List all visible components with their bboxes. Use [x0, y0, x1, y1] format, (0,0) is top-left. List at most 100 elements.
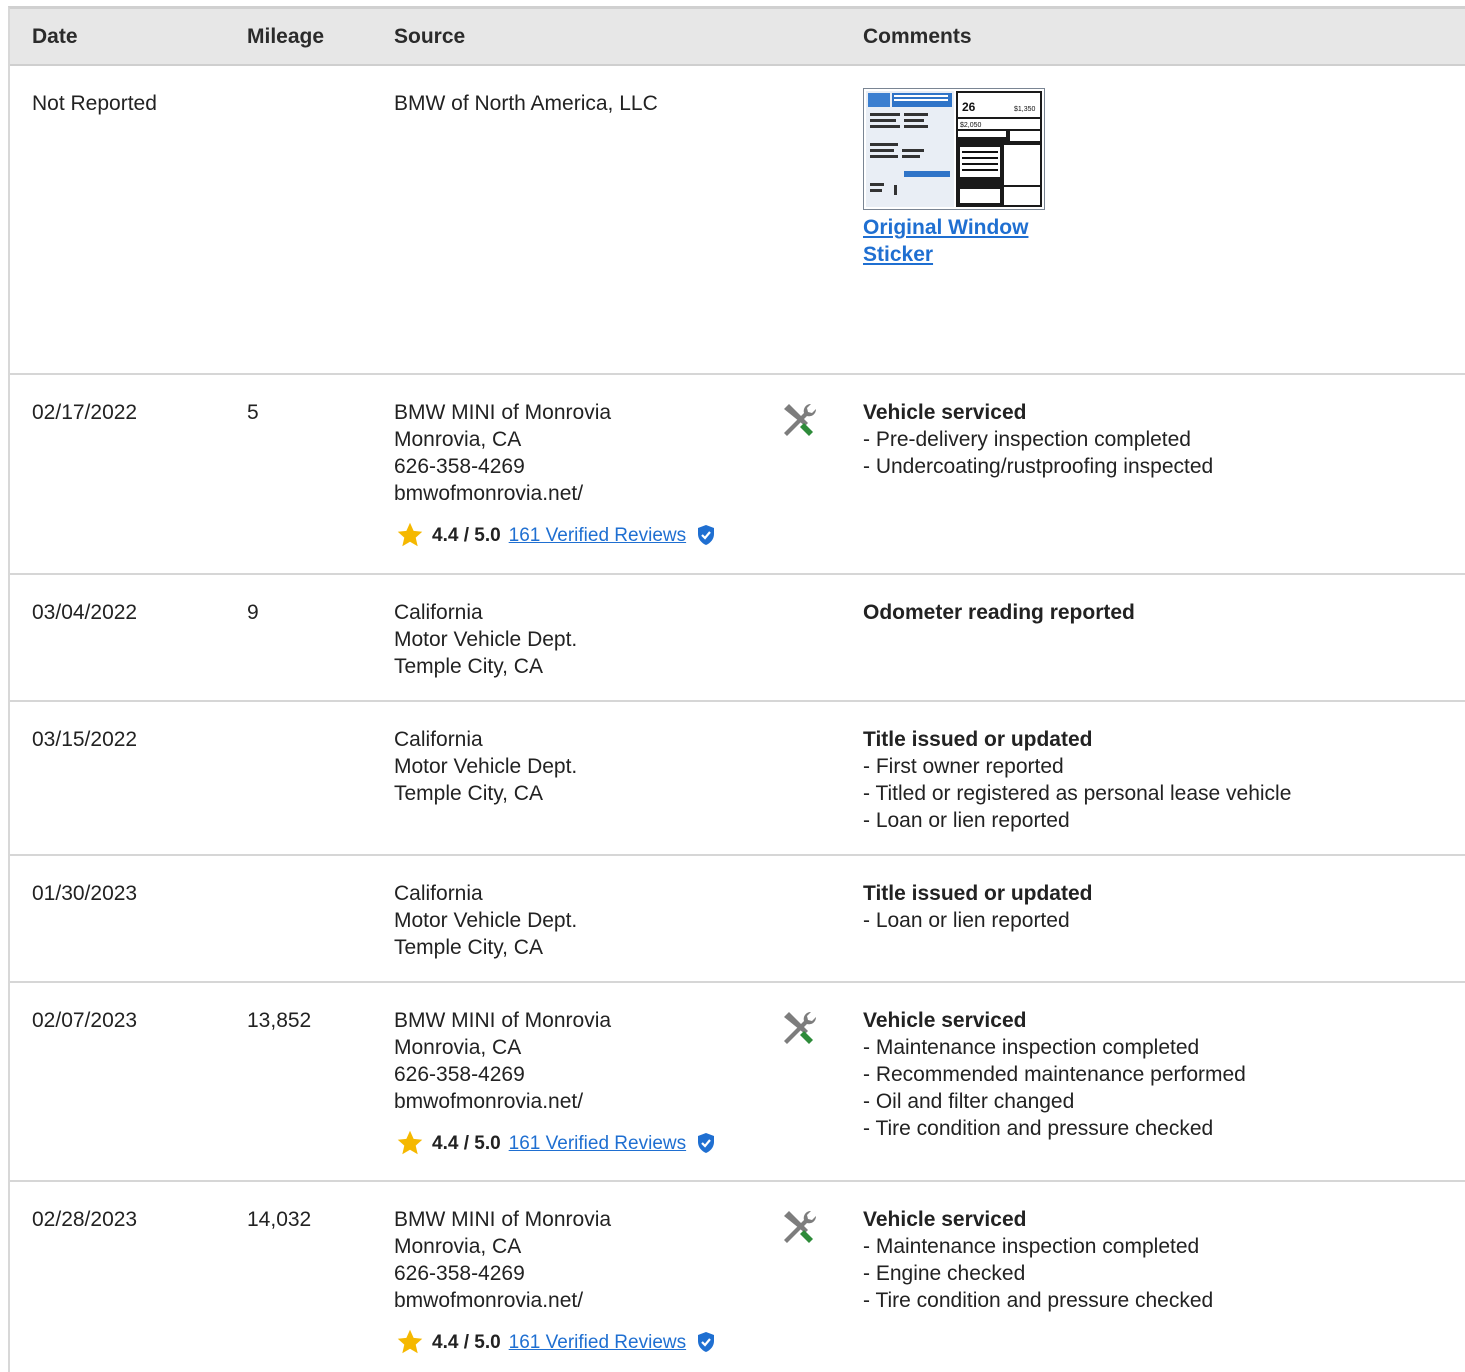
table-row: 02/28/2023 14,032 BMW MINI of Monrovia M…: [10, 1182, 1465, 1372]
row-source: California Motor Vehicle Dept. Temple Ci…: [394, 880, 754, 961]
source-line: Temple City, CA: [394, 655, 543, 678]
table-row: 01/30/2023 California Motor Vehicle Dept…: [10, 856, 1465, 983]
source-website: bmwofmonrovia.net/: [394, 1090, 584, 1113]
comment-item: - Tire condition and pressure checked: [863, 1289, 1214, 1312]
row-comments: Title issued or updated - Loan or lien r…: [863, 880, 1423, 934]
row-comments: Vehicle serviced - Pre-delivery inspecti…: [863, 399, 1423, 480]
source-line: Motor Vehicle Dept.: [394, 909, 578, 932]
table-row: Not Reported BMW of North America, LLC 2…: [10, 66, 1465, 375]
comment-item: - Loan or lien reported: [863, 909, 1070, 932]
source-line: Temple City, CA: [394, 936, 543, 959]
row-source: California Motor Vehicle Dept. Temple Ci…: [394, 599, 754, 680]
header-date: Date: [32, 25, 78, 48]
source-location: Monrovia, CA: [394, 1235, 522, 1258]
comment-item: - Recommended maintenance performed: [863, 1063, 1246, 1086]
star-icon: [397, 1130, 423, 1155]
comment-item: - Oil and filter changed: [863, 1090, 1075, 1113]
source-website: bmwofmonrovia.net/: [394, 1289, 584, 1312]
row-comments: Odometer reading reported: [863, 599, 1423, 626]
dealer-rating: 4.4 / 5.0 161 Verified Reviews: [394, 1328, 754, 1356]
comment-item: - Undercoating/rustproofing inspected: [863, 455, 1214, 478]
service-tools-icon: [784, 1210, 817, 1243]
row-date: 03/04/2022: [32, 601, 138, 624]
svg-text:$1,350: $1,350: [1014, 106, 1036, 113]
verified-reviews-link[interactable]: 161 Verified Reviews: [509, 1329, 686, 1356]
row-comments: Vehicle serviced - Maintenance inspectio…: [863, 1206, 1423, 1314]
source-line: California: [394, 882, 483, 905]
row-mileage: 9: [247, 601, 259, 624]
rating-score: 4.4 / 5.0: [432, 1331, 501, 1353]
table-header: Date Mileage Source Comments: [10, 9, 1465, 66]
source-phone: 626-358-4269: [394, 455, 525, 478]
source-phone: 626-358-4269: [394, 1262, 525, 1285]
service-tools-icon: [784, 1011, 817, 1044]
row-comments: Vehicle serviced - Maintenance inspectio…: [863, 1007, 1423, 1142]
row-date: 01/30/2023: [32, 882, 138, 905]
comment-title: Title issued or updated: [863, 882, 1093, 905]
comment-title: Vehicle serviced: [863, 1208, 1027, 1231]
row-mileage: 14,032: [247, 1208, 312, 1231]
table-row: 03/15/2022 California Motor Vehicle Dept…: [10, 702, 1465, 856]
row-mileage: 5: [247, 401, 259, 424]
rating-score: 4.4 / 5.0: [432, 1132, 501, 1154]
comment-title: Vehicle serviced: [863, 1009, 1027, 1032]
table-row: 02/17/2022 5 BMW MINI of Monrovia Monrov…: [10, 375, 1465, 575]
source-line: California: [394, 601, 483, 624]
row-source: BMW of North America, LLC: [394, 90, 754, 117]
comment-item: - Titled or registered as personal lease…: [863, 782, 1292, 805]
comment-item: - First owner reported: [863, 755, 1064, 778]
comment-item: - Pre-delivery inspection completed: [863, 428, 1191, 451]
dealer-rating: 4.4 / 5.0 161 Verified Reviews: [394, 521, 754, 549]
row-mileage: 13,852: [247, 1009, 312, 1032]
comment-item: - Tire condition and pressure checked: [863, 1117, 1214, 1140]
row-date: 02/17/2022: [32, 401, 138, 424]
verified-shield-icon: [698, 1133, 715, 1153]
dealer-rating: 4.4 / 5.0 161 Verified Reviews: [394, 1129, 754, 1157]
header-comments: Comments: [863, 25, 972, 48]
source-location: Monrovia, CA: [394, 1036, 522, 1059]
source-name: BMW MINI of Monrovia: [394, 1208, 612, 1231]
row-source: BMW MINI of Monrovia Monrovia, CA 626-35…: [394, 1007, 754, 1157]
comment-title: Vehicle serviced: [863, 401, 1027, 424]
comment-title: Title issued or updated: [863, 728, 1093, 751]
row-comments: Title issued or updated - First owner re…: [863, 726, 1423, 834]
vehicle-history-table: Date Mileage Source Comments Not Reporte…: [8, 6, 1465, 1372]
verified-shield-icon: [698, 1332, 715, 1352]
row-date: Not Reported: [32, 92, 157, 115]
source-website: bmwofmonrovia.net/: [394, 482, 584, 505]
comment-item: - Engine checked: [863, 1262, 1026, 1285]
comment-item: - Maintenance inspection completed: [863, 1036, 1200, 1059]
table-row: 02/07/2023 13,852 BMW MINI of Monrovia M…: [10, 983, 1465, 1182]
source-line: Temple City, CA: [394, 782, 543, 805]
row-source: California Motor Vehicle Dept. Temple Ci…: [394, 726, 754, 807]
row-date: 03/15/2022: [32, 728, 138, 751]
row-comments: 26 $1,350 $2,050 Original Window Sticker: [863, 88, 1423, 268]
svg-text:$2,050: $2,050: [960, 122, 982, 129]
source-line: Motor Vehicle Dept.: [394, 628, 578, 651]
row-date: 02/28/2023: [32, 1208, 138, 1231]
star-icon: [397, 522, 423, 547]
service-tools-icon: [784, 403, 817, 436]
table-row: 03/04/2022 9 California Motor Vehicle De…: [10, 575, 1465, 702]
source-name: BMW MINI of Monrovia: [394, 1009, 612, 1032]
window-sticker-thumbnail[interactable]: 26 $1,350 $2,050: [863, 88, 1045, 210]
verified-reviews-link[interactable]: 161 Verified Reviews: [509, 522, 686, 549]
comment-title: Odometer reading reported: [863, 601, 1135, 624]
row-source: BMW MINI of Monrovia Monrovia, CA 626-35…: [394, 399, 754, 549]
verified-shield-icon: [698, 525, 715, 545]
source-phone: 626-358-4269: [394, 1063, 525, 1086]
source-line: California: [394, 728, 483, 751]
verified-reviews-link[interactable]: 161 Verified Reviews: [509, 1130, 686, 1157]
comment-item: - Loan or lien reported: [863, 809, 1070, 832]
source-line: BMW of North America, LLC: [394, 92, 658, 115]
svg-text:26: 26: [962, 100, 976, 114]
rating-score: 4.4 / 5.0: [432, 524, 501, 546]
row-date: 02/07/2023: [32, 1009, 138, 1032]
source-location: Monrovia, CA: [394, 428, 522, 451]
window-sticker-link[interactable]: Original Window Sticker: [863, 214, 1063, 268]
row-source: BMW MINI of Monrovia Monrovia, CA 626-35…: [394, 1206, 754, 1356]
header-mileage: Mileage: [247, 25, 325, 48]
source-name: BMW MINI of Monrovia: [394, 401, 612, 424]
star-icon: [397, 1329, 423, 1354]
comment-item: - Maintenance inspection completed: [863, 1235, 1200, 1258]
